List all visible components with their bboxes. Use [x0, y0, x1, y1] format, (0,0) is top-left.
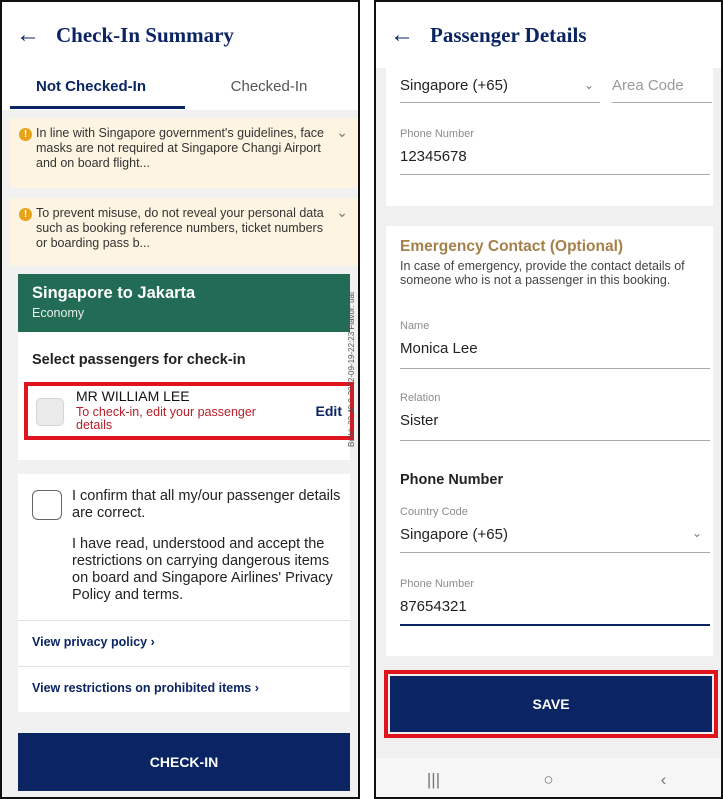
page-title: Passenger Details [430, 22, 587, 47]
contact-section: Singapore (+65) ⌄ Area Code Phone Number… [386, 68, 713, 206]
chevron-down-icon[interactable]: ⌄ [584, 78, 594, 92]
save-button[interactable]: SAVE [390, 676, 712, 732]
area-code-input[interactable]: Area Code [612, 77, 684, 94]
edit-passenger-button[interactable]: Edit [316, 403, 342, 419]
header: ← Passenger Details [376, 2, 721, 68]
passenger-row[interactable]: MR WILLIAM LEE To check-in, edit your pa… [24, 382, 354, 440]
phone-input[interactable]: 12345678 [400, 148, 467, 165]
android-navbar: ||| ○ ‹ [376, 758, 721, 797]
phone-label: Phone Number [400, 128, 474, 140]
country-code-select[interactable]: Singapore (+65) [400, 526, 508, 543]
back-arrow-icon[interactable]: ← [390, 23, 430, 47]
header: ← Check-In Summary [2, 2, 358, 68]
tab-not-checked-in[interactable]: Not Checked-In [2, 68, 180, 110]
privacy-notice[interactable]: ! To prevent misuse, do not reveal your … [10, 198, 358, 266]
passenger-details-screen: ← Passenger Details Singapore (+65) ⌄ Ar… [374, 0, 723, 799]
warning-icon: ! [19, 208, 32, 221]
active-field-underline [400, 624, 710, 626]
confirm-text: I confirm that all my/our passenger deta… [72, 488, 341, 522]
emergency-title: Emergency Contact (Optional) [400, 238, 624, 255]
emergency-phone-label: Phone Number [400, 578, 474, 590]
flight-route: Singapore to Jakarta [32, 284, 196, 302]
chevron-down-icon[interactable]: ⌄ [692, 526, 702, 540]
relation-input[interactable]: Sister [400, 412, 438, 429]
mask-notice[interactable]: ! In line with Singapore government's gu… [10, 118, 358, 188]
country-code-select[interactable]: Singapore (+65) [400, 77, 508, 94]
select-passengers-title: Select passengers for check-in [32, 352, 246, 368]
check-in-summary-screen: ← Check-In Summary Not Checked-In Checke… [0, 0, 360, 799]
emergency-phone-input[interactable]: 87654321 [400, 598, 467, 615]
passenger-name: MR WILLIAM LEE [76, 388, 190, 404]
name-label: Name [400, 320, 430, 332]
warning-icon: ! [19, 128, 32, 141]
flight-card: Singapore to Jakarta Economy Select pass… [18, 274, 354, 460]
page-title: Check-In Summary [56, 22, 234, 47]
back-icon[interactable]: ‹ [644, 770, 684, 790]
divider [400, 552, 710, 553]
active-tab-indicator [10, 106, 185, 109]
chevron-down-icon[interactable]: ⌄ [336, 124, 348, 141]
prohibited-items-link[interactable]: View restrictions on prohibited items › [18, 666, 350, 712]
cabin-class: Economy [32, 306, 85, 320]
home-icon[interactable]: ○ [529, 770, 569, 790]
passenger-warning: To check-in, edit your passenger details [76, 405, 256, 433]
flight-header: Singapore to Jakarta Economy [18, 274, 350, 332]
chevron-down-icon[interactable]: ⌄ [336, 204, 348, 221]
recent-apps-icon[interactable]: ||| [414, 770, 454, 790]
name-input[interactable]: Monica Lee [400, 340, 478, 357]
divider [400, 102, 600, 103]
relation-label: Relation [400, 392, 441, 404]
confirm-checkbox[interactable] [32, 490, 62, 520]
divider [612, 102, 712, 103]
build-label: Build: 22.40.0-2022-09-19-22:23 Flavor: … [347, 291, 356, 448]
phone-section-title: Phone Number [400, 472, 504, 488]
emergency-contact-section: Emergency Contact (Optional) In case of … [386, 226, 713, 656]
tab-bar: Not Checked-In Checked-In [2, 68, 358, 110]
restrictions-text: I have read, understood and accept the r… [72, 536, 333, 604]
emergency-description: In case of emergency, provide the contac… [400, 259, 685, 287]
divider [400, 368, 710, 369]
back-arrow-icon[interactable]: ← [16, 23, 56, 47]
tab-checked-in[interactable]: Checked-In [180, 68, 358, 110]
privacy-policy-link[interactable]: View privacy policy › [18, 620, 350, 666]
passenger-checkbox[interactable] [36, 398, 64, 426]
save-highlight: SAVE [384, 670, 718, 738]
mask-notice-text: In line with Singapore government's guid… [36, 126, 324, 170]
check-in-button[interactable]: CHECK-IN [18, 733, 350, 791]
confirmation-card: I confirm that all my/our passenger deta… [18, 474, 350, 712]
privacy-notice-text: To prevent misuse, do not reveal your pe… [36, 206, 324, 250]
divider [400, 440, 710, 441]
divider [400, 174, 710, 175]
country-code-label: Country Code [400, 506, 468, 518]
